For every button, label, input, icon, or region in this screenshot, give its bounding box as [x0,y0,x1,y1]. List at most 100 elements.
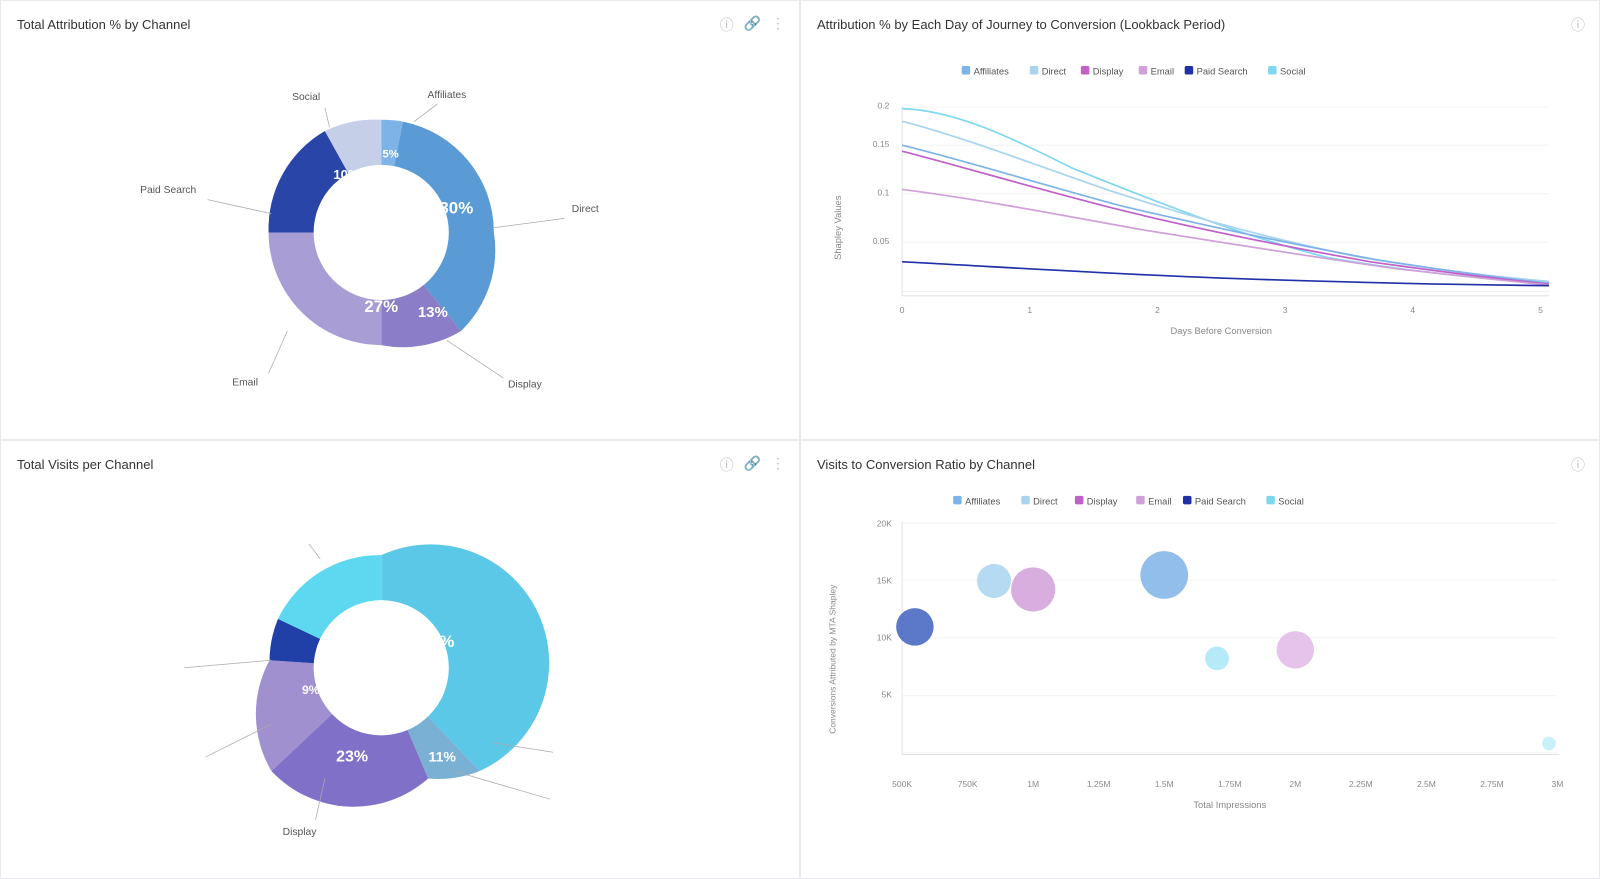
ext-label-display: Display [508,379,543,390]
label-social: 10% [333,167,360,182]
x-label-4: 4 [1410,305,1415,315]
bubble-social-tiny [1542,736,1556,750]
bleg-paid: Paid Search [1195,496,1246,506]
x-axis-title: Days Before Conversion [1171,326,1272,336]
legend-display-label: Display [1093,67,1124,77]
bubble-chart-svg: Affiliates Direct Display Email Paid Sea… [817,480,1583,856]
label-email: 27% [364,297,398,316]
bx-2m: 2M [1289,778,1301,788]
donut-hole-v [314,600,449,735]
ext-label-paid-search: Paid Search [140,185,196,196]
bx-1m: 1M [1027,778,1039,788]
panel-visits-channel: Total Visits per Channel ⓘ 🔗 ⋮ [0,440,800,879]
bubble-affiliates [1140,551,1188,599]
bubble-direct [977,563,1011,597]
more-icon[interactable]: ⋮ [771,15,785,35]
legend-direct-label: Direct [1042,67,1067,77]
vlabel-social: 17% [360,676,387,691]
panel-title-attribution: Total Attribution % by Channel [17,17,783,32]
by-axis-title: Conversions Attributed by MTA Shapley [828,583,838,733]
vlabel-display: 23% [336,748,368,765]
bx-1.75m: 1.75M [1218,778,1242,788]
bx-axis-title: Total Impressions [1193,800,1266,810]
bx-750k: 750K [958,778,978,788]
ext-label-social: Social [292,92,320,103]
ext-label-affiliates: Affiliates [428,90,467,101]
bleg-direct: Direct [1033,496,1058,506]
panel-attribution-day: Attribution % by Each Day of Journey to … [800,0,1600,440]
legend-affiliates-rect [962,66,971,75]
info-icon-bl[interactable]: ⓘ [720,455,734,475]
vlabel-paid: 6% [317,641,333,653]
info-icon-br[interactable]: ⓘ [1571,455,1585,475]
x-label-5: 5 [1538,305,1543,315]
bubble-social-sm [1205,646,1229,670]
legend-direct-rect [1030,66,1039,75]
dashboard: Total Attribution % by Channel ⓘ 🔗 ⋮ [0,0,1600,879]
y-label-0.05: 0.05 [873,236,890,246]
visits-donut-svg: 34% 17% 23% 11% 9% 6% Affiliates Direct … [17,480,783,856]
by-5k: 5K [881,689,892,699]
bx-3m: 3M [1552,778,1564,788]
legend-email-label: Email [1151,67,1174,77]
panel-title-conversion: Visits to Conversion Ratio by Channel [817,457,1583,472]
line-chart-area: Affiliates Direct Display Email Paid Sea… [817,40,1583,416]
y-axis-title: Shapley Values [833,195,843,260]
vlabel-affiliates: 34% [421,632,455,651]
info-icon-tr[interactable]: ⓘ [1571,15,1585,35]
bx-1.25m: 1.25M [1087,778,1111,788]
panel-visits-conversion: Visits to Conversion Ratio by Channel ⓘ … [800,440,1600,879]
panel-title-visits: Total Visits per Channel [17,457,783,472]
legend-paid-label: Paid Search [1197,67,1248,77]
legend-affiliates-label: Affiliates [974,67,1010,77]
x-label-3: 3 [1283,305,1288,315]
y-label-0.15: 0.15 [873,139,890,149]
line-paid-search [902,262,1549,286]
attribution-donut-area: 30% 16% 27% 13% 5% 10% Affiliates Direct… [17,40,783,416]
by-10k: 10K [877,632,892,642]
legend-display-rect [1081,66,1090,75]
panel-title-attribution-day: Attribution % by Each Day of Journey to … [817,17,1583,32]
legend-email-rect [1139,66,1148,75]
bubble-email [1277,631,1314,668]
by-15k: 15K [877,575,892,585]
panel-icons-bl: ⓘ 🔗 ⋮ [720,455,785,475]
panel-icons-br: ⓘ [1571,455,1585,475]
bx-500k: 500K [892,778,912,788]
bleg-affiliates: Affiliates [965,496,1001,506]
label-paid-search: 16% [364,222,398,241]
line-chart-svg: Affiliates Direct Display Email Paid Sea… [817,40,1583,416]
bubble-chart-area: Affiliates Direct Display Email Paid Sea… [817,480,1583,856]
ext-label-direct: Direct [572,204,599,215]
bx-2.5m: 2.5M [1417,778,1436,788]
attribution-donut-svg: 30% 16% 27% 13% 5% 10% Affiliates Direct… [17,40,783,416]
x-label-2: 2 [1155,305,1160,315]
x-label-1: 1 [1027,305,1032,315]
line-affiliates [902,145,1549,283]
legend-paid-rect [1185,66,1194,75]
label-affiliates: 5% [382,148,398,160]
bleg-email: Email [1148,496,1171,506]
legend-social-rect [1268,66,1277,75]
label-display: 13% [418,304,448,321]
vlabel-email: 9% [302,683,320,697]
bubble-display [1011,567,1055,611]
bleg-display: Display [1087,496,1118,506]
more-icon-bl[interactable]: ⋮ [771,455,785,475]
vext-display: Display [283,826,318,837]
vlabel-direct: 11% [429,748,457,764]
bubble-paid-search [896,608,933,645]
ext-label-email: Email [232,377,258,388]
y-label-0.1: 0.1 [878,187,890,197]
by-20k: 20K [877,518,892,528]
panel-attribution-channel: Total Attribution % by Channel ⓘ 🔗 ⋮ [0,0,800,440]
bleg-social: Social [1278,496,1304,506]
line-social [902,109,1549,283]
bx-2.25m: 2.25M [1349,778,1373,788]
y-label-0.2: 0.2 [878,101,890,111]
link-icon[interactable]: 🔗 [744,15,761,35]
label-direct: 30% [439,199,473,218]
info-icon[interactable]: ⓘ [720,15,734,35]
link-icon-bl[interactable]: 🔗 [744,455,761,475]
x-label-0: 0 [900,305,905,315]
